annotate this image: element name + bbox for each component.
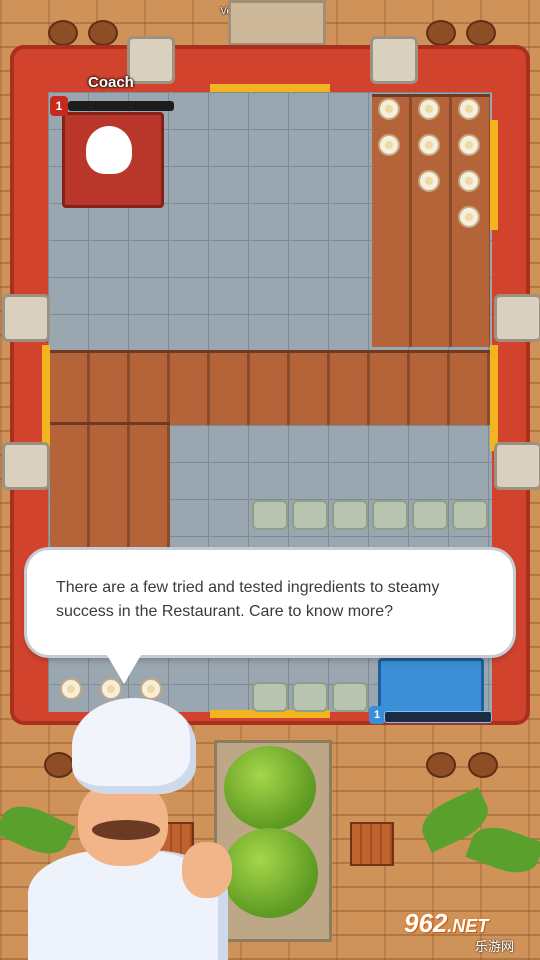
stool bbox=[88, 20, 118, 46]
stool bbox=[44, 752, 74, 778]
edge-strip bbox=[490, 120, 498, 230]
pillar bbox=[2, 442, 50, 490]
player-station[interactable] bbox=[378, 658, 484, 716]
counter-row[interactable] bbox=[50, 350, 490, 425]
crate bbox=[350, 822, 394, 866]
floor-tile[interactable] bbox=[252, 682, 288, 712]
plate[interactable] bbox=[458, 170, 480, 192]
stool bbox=[466, 20, 496, 46]
coach-progress-bar bbox=[68, 101, 174, 111]
floor-tile[interactable] bbox=[372, 500, 408, 530]
coach-chef-avatar bbox=[86, 126, 132, 174]
edge-strip bbox=[490, 345, 498, 451]
bush bbox=[222, 828, 318, 918]
floor-tile[interactable] bbox=[252, 500, 288, 530]
plate[interactable] bbox=[458, 134, 480, 156]
dialog-tail bbox=[104, 650, 144, 684]
chef-tutor-waving-hand bbox=[182, 842, 232, 898]
pillar bbox=[127, 36, 175, 84]
bush bbox=[224, 746, 316, 830]
edge-strip bbox=[210, 84, 330, 92]
stool bbox=[468, 752, 498, 778]
coach-level-badge: 1 bbox=[50, 96, 68, 116]
chef-hat-icon bbox=[72, 698, 196, 794]
pillar bbox=[370, 36, 418, 84]
floor-tile[interactable] bbox=[412, 500, 448, 530]
plate[interactable] bbox=[458, 98, 480, 120]
watermark-suffix: .NET bbox=[447, 916, 489, 936]
floor-tile[interactable] bbox=[292, 682, 328, 712]
planter-top bbox=[228, 0, 326, 46]
floor-tile[interactable] bbox=[332, 682, 368, 712]
chef-tutor-mustache bbox=[92, 820, 160, 840]
pillar bbox=[494, 442, 540, 490]
stool bbox=[48, 20, 78, 46]
edge-strip bbox=[42, 345, 50, 451]
coach-name: Coach bbox=[88, 74, 134, 91]
counter-column[interactable] bbox=[50, 422, 170, 551]
plate[interactable] bbox=[418, 170, 440, 192]
floor-tile[interactable] bbox=[292, 500, 328, 530]
plate[interactable] bbox=[418, 134, 440, 156]
floor-tile[interactable] bbox=[452, 500, 488, 530]
stool bbox=[426, 752, 456, 778]
watermark-brand: 962 bbox=[404, 908, 448, 938]
watermark-logo: 962.NET bbox=[404, 908, 488, 939]
dialog-text: There are a few tried and tested ingredi… bbox=[56, 579, 440, 620]
plate[interactable] bbox=[458, 206, 480, 228]
plate[interactable] bbox=[378, 98, 400, 120]
plate[interactable] bbox=[418, 98, 440, 120]
floor-tile[interactable] bbox=[332, 500, 368, 530]
watermark-sub: 乐游网 bbox=[475, 939, 515, 954]
pillar bbox=[2, 294, 50, 342]
player-level-badge: 1 bbox=[369, 706, 385, 724]
plate[interactable] bbox=[378, 134, 400, 156]
player-progress-bar bbox=[384, 711, 492, 723]
pillar bbox=[494, 294, 540, 342]
stool bbox=[426, 20, 456, 46]
plate[interactable] bbox=[60, 678, 82, 700]
